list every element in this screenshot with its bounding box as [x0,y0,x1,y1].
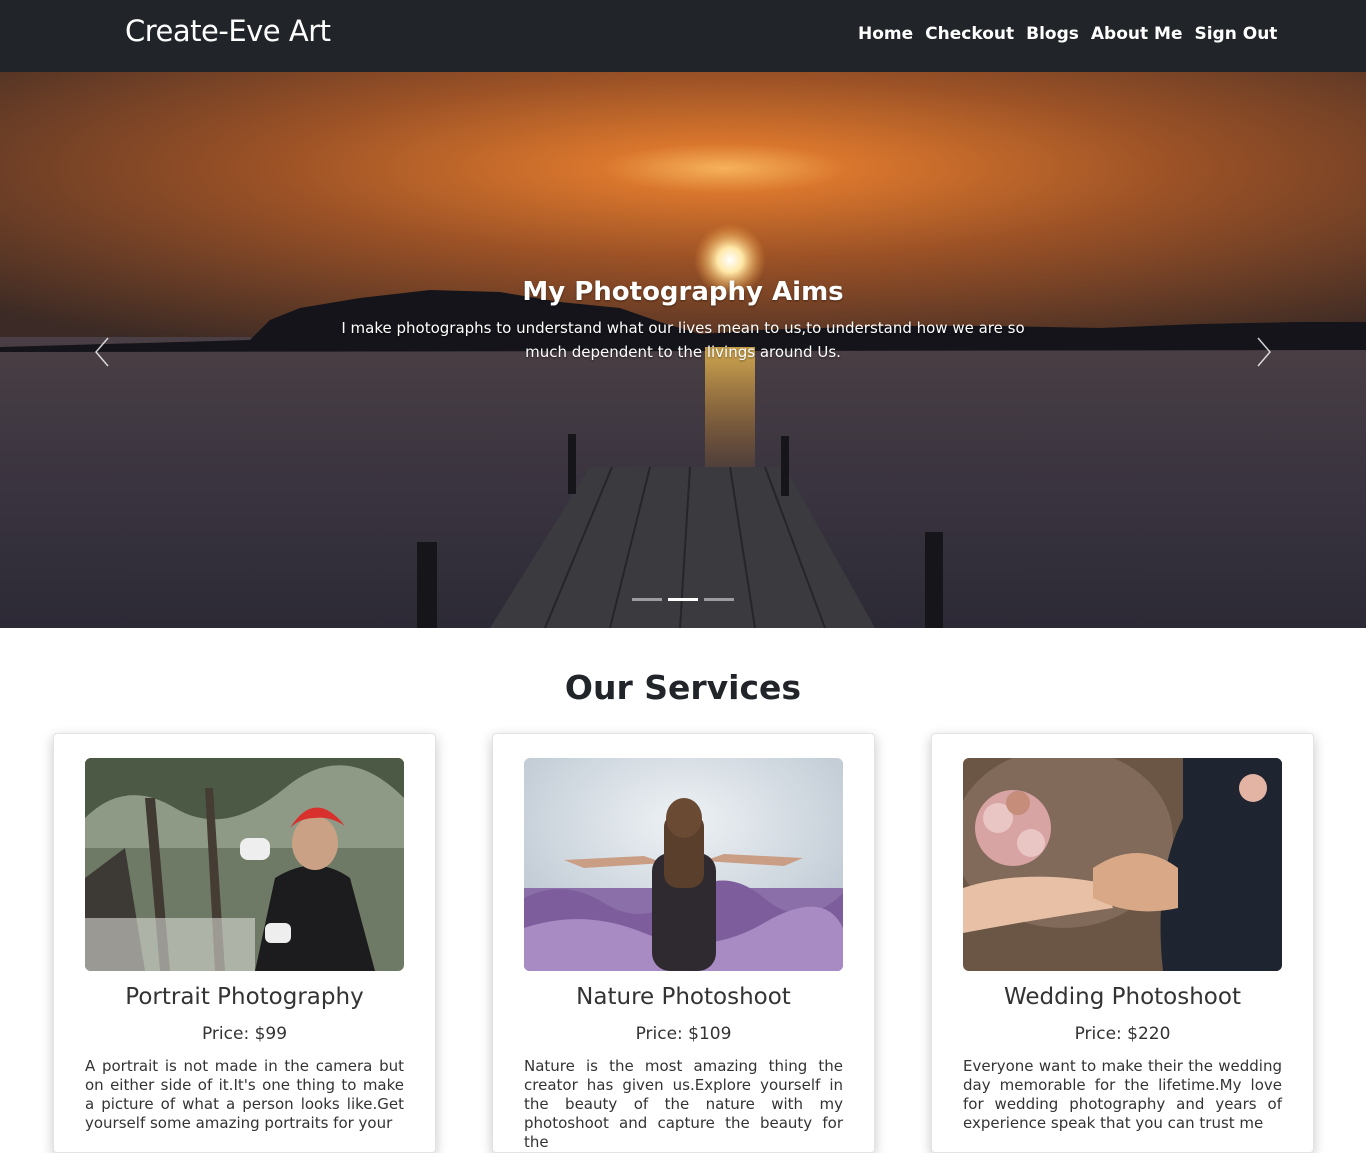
service-card-title: Wedding Photoshoot [1004,984,1241,1010]
hero-caption: My Photography Aims I make photographs t… [283,277,1083,364]
nav-link-sign-out[interactable]: Sign Out [1194,24,1277,44]
service-card-description: Nature is the most amazing thing the cre… [524,1057,843,1151]
service-card-price: Price: $220 [1074,1024,1171,1044]
carousel-indicators [632,598,740,601]
service-card-title: Nature Photoshoot [576,984,791,1010]
carousel-indicator-3[interactable] [704,598,734,601]
nav-links: Home Checkout Blogs About Me Sign Out [858,24,1289,44]
carousel-next-button[interactable] [1248,332,1278,372]
carousel-prev-button[interactable] [88,332,118,372]
service-card-portrait: Portrait Photography Price: $99 A portra… [53,733,436,1153]
hero-text: I make photographs to understand what ou… [341,319,1025,361]
carousel-indicator-2[interactable] [668,598,698,601]
nav-link-home[interactable]: Home [858,24,913,44]
nav-link-blogs[interactable]: Blogs [1026,24,1079,44]
chevron-left-icon [95,337,109,367]
service-card-wedding: Wedding Photoshoot Price: $220 Everyone … [931,733,1314,1153]
service-card-price: Price: $99 [201,1024,288,1044]
service-card-price: Price: $109 [635,1024,732,1044]
chevron-right-icon [1257,337,1271,367]
carousel-indicator-1[interactable] [632,598,662,601]
nav-link-checkout[interactable]: Checkout [925,24,1014,44]
service-card-description: Everyone want to make their the wedding … [963,1057,1282,1132]
services-heading: Our Services [564,668,802,707]
hero-carousel: My Photography Aims I make photographs t… [0,72,1366,628]
service-card-nature: Nature Photoshoot Price: $109 Nature is … [492,733,875,1153]
navbar: Create-Eve Art Home Checkout Blogs About… [0,0,1366,72]
nav-link-about-me[interactable]: About Me [1091,24,1183,44]
portrait-photo [85,758,404,971]
nature-photo [524,758,843,971]
service-card-description: A portrait is not made in the camera but… [85,1057,404,1132]
brand-logo[interactable]: Create-Eve Art [125,14,331,48]
wedding-photo [963,758,1282,971]
service-card-title: Portrait Photography [125,984,364,1010]
hero-title: My Photography Aims [522,277,844,307]
